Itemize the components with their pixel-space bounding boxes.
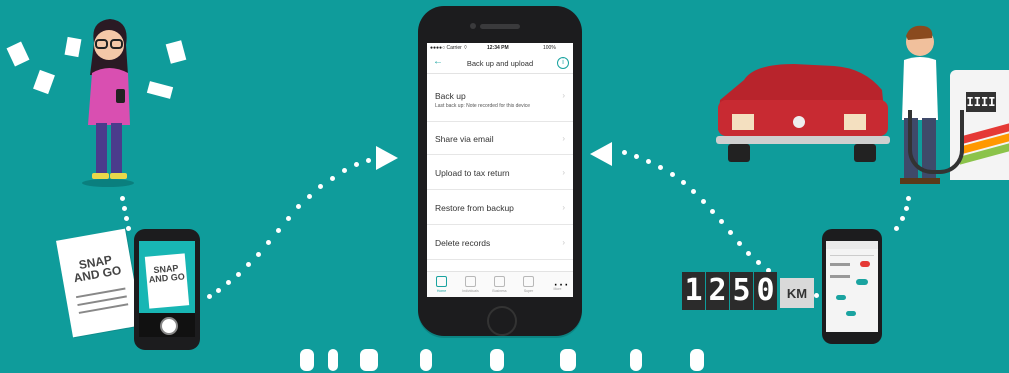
arrow-right-icon bbox=[376, 146, 398, 170]
carrier-text: ●●●●○ Carrier ⌔ bbox=[430, 45, 468, 51]
tab-bar: Home Individuals Business Super ··· More bbox=[427, 271, 573, 297]
briefcase-icon bbox=[494, 276, 505, 287]
tab-business[interactable]: Business bbox=[485, 272, 514, 297]
tab-label: Super bbox=[523, 289, 534, 293]
menu-item-upload-to-tax-return[interactable]: Upload to tax return › bbox=[427, 155, 573, 190]
menu-item-back-up[interactable]: Back up Last back up: Note recorded for … bbox=[427, 74, 573, 122]
menu-sublabel: Last back up: Note recorded for this dev… bbox=[435, 103, 531, 109]
earpiece bbox=[480, 24, 520, 29]
info-icon[interactable]: i bbox=[557, 57, 569, 69]
menu-item-share-via-email[interactable]: Share via email › bbox=[427, 122, 573, 155]
people-icon bbox=[465, 276, 476, 287]
menu-label: Back up bbox=[435, 91, 466, 101]
odometer-unit: KM bbox=[780, 278, 814, 308]
odometer-digit: 2 bbox=[706, 272, 729, 310]
odometer-digit: 1 bbox=[682, 272, 705, 310]
chevron-right-icon: › bbox=[562, 203, 565, 212]
more-icon: ··· bbox=[553, 276, 569, 293]
menu-label: Share via email bbox=[435, 134, 494, 144]
menu-label: Upload to tax return bbox=[435, 168, 510, 178]
odometer-digit: 5 bbox=[730, 272, 753, 310]
time-text: 12:34 PM bbox=[487, 45, 509, 51]
tab-super[interactable]: Super bbox=[514, 272, 543, 297]
tab-label: Business bbox=[492, 289, 507, 293]
menu-item-delete-records[interactable]: Delete records › bbox=[427, 225, 573, 260]
tab-individuals[interactable]: Individuals bbox=[456, 272, 485, 297]
piggy-bank-icon bbox=[523, 276, 534, 287]
home-icon bbox=[436, 276, 447, 287]
logbook-phone bbox=[822, 229, 882, 344]
battery-text: 100% bbox=[543, 45, 556, 51]
fuel-hose bbox=[908, 110, 964, 174]
main-phone: ●●●●○ Carrier ⌔ 12:34 PM 100% ← Back up … bbox=[418, 6, 582, 336]
chevron-right-icon: › bbox=[562, 134, 565, 143]
car-illustration bbox=[714, 60, 892, 170]
menu-label: Delete records bbox=[435, 238, 491, 248]
camera-icon bbox=[470, 23, 476, 29]
page-title: Back up and upload bbox=[466, 59, 534, 68]
tab-home[interactable]: Home bbox=[427, 272, 456, 297]
bottom-headline-cutoff bbox=[300, 343, 720, 373]
menu-item-restore-from-backup[interactable]: Restore from backup › bbox=[427, 190, 573, 225]
chevron-right-icon: › bbox=[562, 91, 565, 100]
tab-label: Individuals bbox=[462, 289, 479, 293]
pump-display: IIII bbox=[966, 92, 996, 112]
menu-label: Restore from backup bbox=[435, 203, 514, 213]
home-button[interactable] bbox=[487, 306, 517, 336]
chevron-right-icon: › bbox=[562, 238, 565, 247]
chevron-right-icon: › bbox=[562, 168, 565, 177]
odometer-digit: 0 bbox=[754, 272, 777, 310]
tab-label: Home bbox=[436, 289, 447, 293]
phone-screen: ●●●●○ Carrier ⌔ 12:34 PM 100% ← Back up … bbox=[427, 43, 573, 297]
logbook-screen bbox=[826, 241, 878, 332]
tab-more[interactable]: ··· More bbox=[543, 272, 572, 297]
status-bar: ●●●●○ Carrier ⌔ 12:34 PM 100% bbox=[427, 43, 573, 53]
odometer-readout: 1 2 5 0 KM bbox=[682, 272, 814, 310]
dotted-path-left bbox=[0, 0, 420, 361]
nav-bar: ← Back up and upload i bbox=[427, 53, 573, 74]
